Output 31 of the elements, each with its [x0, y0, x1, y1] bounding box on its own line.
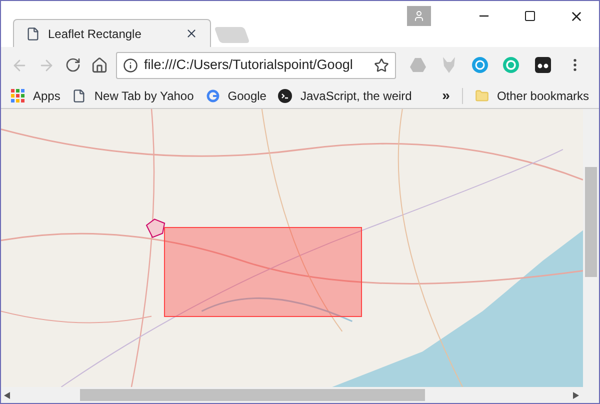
g-logo-icon [206, 88, 220, 102]
close-tab-icon[interactable] [185, 27, 198, 40]
profile-button[interactable] [407, 6, 431, 26]
page-icon [26, 26, 40, 40]
bookmark-link[interactable]: Apps [11, 86, 60, 104]
terminal-icon [278, 88, 292, 102]
other-bookmarks-link[interactable]: Other bookmarks [474, 86, 589, 104]
page-icon [72, 88, 86, 102]
fox-icon[interactable] [442, 57, 456, 73]
tab-title: Leaflet Rectangle [48, 26, 142, 42]
bookmark-link[interactable]: Google [206, 86, 266, 104]
scroll-right-icon[interactable] [573, 392, 579, 398]
reload-icon[interactable] [65, 57, 81, 73]
folder-icon [474, 88, 489, 102]
address-field[interactable]: file:///C:/Users/Tutorialspoint/Googl [116, 52, 396, 78]
new-tab-button[interactable] [214, 27, 250, 43]
person-icon [413, 10, 425, 22]
apps-grid-icon [11, 88, 25, 102]
info-icon[interactable] [123, 58, 138, 72]
star-icon[interactable] [374, 58, 389, 72]
more-bookmarks-button[interactable]: » [442, 85, 450, 106]
horizontal-scrollbar[interactable] [1, 387, 599, 403]
scroll-left-icon[interactable] [4, 392, 10, 398]
bookmark-link[interactable]: New Tab by Yahoo [72, 86, 194, 104]
maximize-icon [524, 10, 536, 22]
browser-tab[interactable]: Leaflet Rectangle [13, 19, 211, 47]
rectangle-overlay[interactable] [164, 227, 362, 317]
bookmark-link[interactable]: JavaScript, the weird [278, 86, 412, 104]
vertical-scrollbar[interactable] [583, 109, 599, 387]
home-icon[interactable] [91, 56, 108, 74]
glasses-icon[interactable] [535, 57, 552, 73]
